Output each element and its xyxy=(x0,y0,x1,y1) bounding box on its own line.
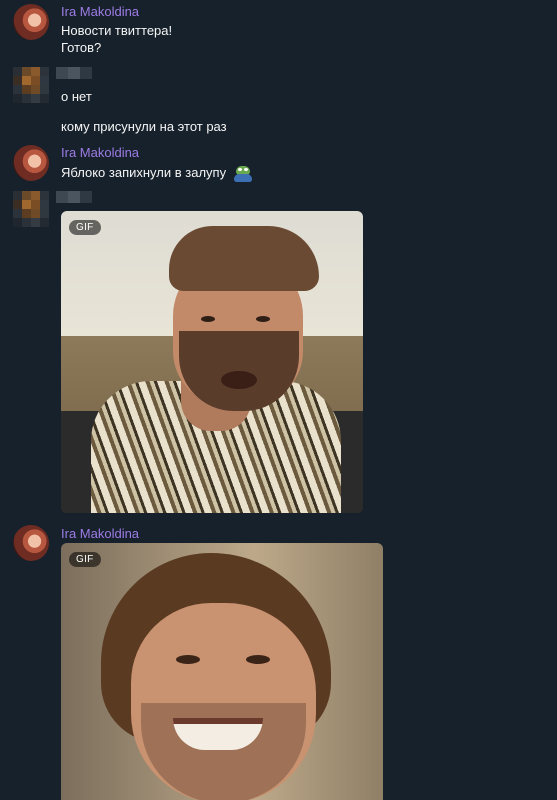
sender-name[interactable]: Ira Makoldina xyxy=(61,145,139,160)
message-text: Яблоко запихнули в залупу xyxy=(61,164,252,182)
sender-name[interactable]: Ira Makoldina xyxy=(61,526,139,541)
sender-name-redacted[interactable] xyxy=(56,191,92,203)
message-text-content: Яблоко запихнули в залупу xyxy=(61,165,227,180)
sender-name[interactable]: Ira Makoldina xyxy=(61,4,139,19)
gif-message[interactable]: GIF xyxy=(61,543,383,800)
message-text: кому присунули на этот раз xyxy=(61,119,227,134)
pepe-frog-emoji xyxy=(233,165,252,182)
sender-name-redacted[interactable] xyxy=(56,67,92,79)
avatar-ira-makoldina[interactable] xyxy=(13,145,49,181)
message-text: о нет xyxy=(61,89,92,104)
message-text: Готов? xyxy=(61,40,102,55)
gif-badge: GIF xyxy=(69,552,101,567)
gif-message[interactable]: GIF xyxy=(61,211,363,513)
gif-badge: GIF xyxy=(69,220,101,235)
avatar-redacted[interactable] xyxy=(13,67,49,103)
avatar-ira-makoldina[interactable] xyxy=(13,4,49,40)
avatar-ira-makoldina[interactable] xyxy=(13,525,49,561)
message-text: Новости твиттера! xyxy=(61,23,173,38)
avatar-redacted[interactable] xyxy=(13,191,49,227)
